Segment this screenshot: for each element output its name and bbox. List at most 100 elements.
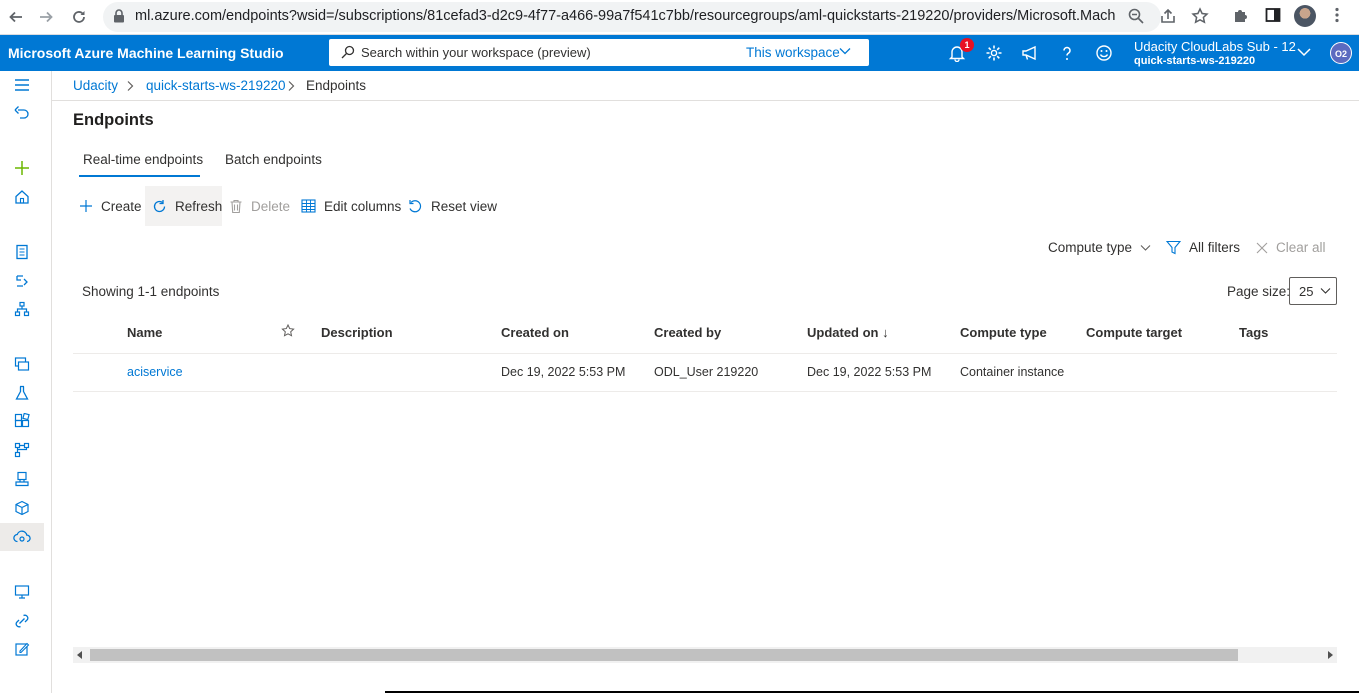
refresh-button[interactable]: Refresh [145, 186, 222, 226]
browser-toolbar: ml.azure.com/endpoints?wsid=/subscriptio… [0, 0, 1359, 35]
column-header-description[interactable]: Description [321, 325, 393, 340]
automated-ml-icon[interactable] [0, 269, 44, 293]
page-size-label: Page size: [1227, 284, 1291, 299]
column-header-name[interactable]: Name [127, 325, 162, 340]
url-text: ml.azure.com/endpoints?wsid=/subscriptio… [135, 8, 1115, 24]
side-panel-icon[interactable] [1264, 6, 1282, 24]
scroll-right-arrow-icon[interactable] [1327, 651, 1333, 659]
cell-updated-on: Dec 19, 2022 5:53 PM [807, 365, 932, 379]
divider [52, 100, 1359, 101]
notebooks-icon[interactable] [0, 240, 44, 264]
column-header-created-on[interactable]: Created on [501, 325, 569, 340]
column-header-tags[interactable]: Tags [1239, 325, 1268, 340]
tab-batch-endpoints[interactable]: Batch endpoints [225, 152, 322, 167]
extensions-puzzle-icon[interactable] [1232, 6, 1250, 24]
help-question-icon[interactable] [1058, 44, 1076, 62]
page-size-dropdown[interactable]: 25 [1289, 277, 1337, 305]
chevron-down-icon [1140, 244, 1151, 252]
linked-services-icon[interactable] [0, 609, 44, 633]
home-icon[interactable] [0, 185, 44, 209]
pipelines-icon[interactable] [0, 438, 44, 462]
refresh-icon [152, 199, 167, 214]
account-switcher[interactable]: Udacity CloudLabs Sub - 12 quick-starts-… [1134, 39, 1296, 67]
reload-icon[interactable] [68, 6, 90, 28]
column-header-updated-on[interactable]: Updated on ↓ [807, 325, 889, 340]
cell-created-by: ODL_User 219220 [654, 365, 759, 379]
active-tab-indicator [79, 175, 200, 177]
back-arrow-icon[interactable] [5, 6, 27, 28]
browser-menu-icon[interactable] [1328, 6, 1346, 24]
column-header-compute-target[interactable]: Compute target [1086, 325, 1182, 340]
create-button[interactable]: Create [73, 186, 148, 226]
endpoints-cloud-icon[interactable] [0, 523, 44, 551]
page-size-value: 25 [1299, 284, 1314, 299]
cell-compute-type: Container instance [960, 365, 1065, 379]
search-icon [341, 45, 355, 59]
environments-icon[interactable] [0, 467, 44, 491]
row-divider [73, 391, 1337, 392]
address-bar[interactable]: ml.azure.com/endpoints?wsid=/subscriptio… [103, 2, 1209, 32]
subscription-name: Udacity CloudLabs Sub - 12 [1134, 39, 1296, 54]
plus-new-icon[interactable] [0, 156, 44, 180]
browser-profile-avatar[interactable] [1294, 5, 1316, 27]
left-nav-rail [0, 71, 52, 693]
compute-type-filter[interactable]: Compute type [1048, 240, 1151, 255]
tab-real-time-endpoints[interactable]: Real-time endpoints [83, 152, 203, 167]
settings-gear-icon[interactable] [985, 44, 1003, 62]
models-cube-icon[interactable] [0, 496, 44, 520]
user-avatar[interactable]: O2 [1330, 42, 1352, 64]
all-filters-label: All filters [1189, 240, 1241, 255]
scrollbar-thumb[interactable] [90, 649, 1238, 661]
favorite-star-icon[interactable] [281, 324, 295, 338]
back-undo-icon[interactable] [0, 101, 44, 125]
create-label: Create [101, 198, 142, 214]
search-scope-dropdown[interactable]: This workspace [746, 45, 840, 60]
filter-funnel-icon [1166, 240, 1181, 255]
scroll-left-arrow-icon[interactable] [77, 651, 83, 659]
compute-monitor-icon[interactable] [0, 580, 44, 604]
workspace-name: quick-starts-ws-219220 [1134, 55, 1256, 67]
table-grid-icon [301, 199, 316, 213]
lock-icon [113, 9, 125, 23]
column-header-compute-type[interactable]: Compute type [960, 325, 1047, 340]
breadcrumb-item[interactable]: quick-starts-ws-219220 [146, 78, 286, 93]
cell-created-on: Dec 19, 2022 5:53 PM [501, 365, 626, 379]
notification-count-badge: 1 [960, 38, 974, 52]
breadcrumb-current: Endpoints [306, 78, 367, 93]
chevron-right-icon [287, 80, 295, 92]
studio-brand[interactable]: Microsoft Azure Machine Learning Studio [8, 45, 284, 61]
breadcrumb-item[interactable]: Udacity [73, 78, 118, 93]
reset-view-label: Reset view [431, 198, 498, 214]
horizontal-scrollbar[interactable] [73, 647, 1337, 663]
edit-columns-button[interactable]: Edit columns [301, 186, 401, 226]
close-x-icon [1256, 242, 1268, 254]
hamburger-menu-icon[interactable] [0, 73, 44, 97]
endpoint-name-link[interactable]: aciservice [127, 365, 183, 379]
data-assets-icon[interactable] [0, 352, 44, 376]
smiley-feedback-icon[interactable] [1095, 44, 1113, 62]
bookmark-star-icon[interactable] [1191, 7, 1209, 25]
result-count: Showing 1-1 endpoints [82, 284, 220, 299]
reset-view-button[interactable]: Reset view [408, 186, 497, 226]
megaphone-feedback-icon[interactable] [1021, 44, 1039, 62]
all-filters-button[interactable]: All filters [1166, 240, 1240, 255]
account-chevron-down-icon[interactable] [1297, 47, 1311, 57]
forward-arrow-icon[interactable] [35, 6, 57, 28]
refresh-label: Refresh [175, 198, 223, 214]
designer-icon[interactable] [0, 297, 44, 321]
chevron-right-icon [126, 80, 134, 92]
workspace-search-box[interactable]: Search within your workspace (preview) T… [329, 39, 869, 66]
delete-button[interactable]: Delete [229, 186, 290, 226]
trash-icon [229, 199, 243, 214]
reset-undo-icon [408, 199, 423, 214]
components-icon[interactable] [0, 409, 44, 433]
share-icon[interactable] [1159, 7, 1177, 25]
clear-all-button[interactable]: Clear all [1256, 240, 1326, 255]
header-divider [73, 353, 1337, 354]
chevron-down-icon[interactable] [839, 47, 851, 55]
zoom-icon[interactable] [1127, 7, 1145, 25]
column-header-created-by[interactable]: Created by [654, 325, 721, 340]
data-labeling-icon[interactable] [0, 637, 44, 661]
clear-all-label: Clear all [1276, 240, 1326, 255]
jobs-flask-icon[interactable] [0, 381, 44, 405]
